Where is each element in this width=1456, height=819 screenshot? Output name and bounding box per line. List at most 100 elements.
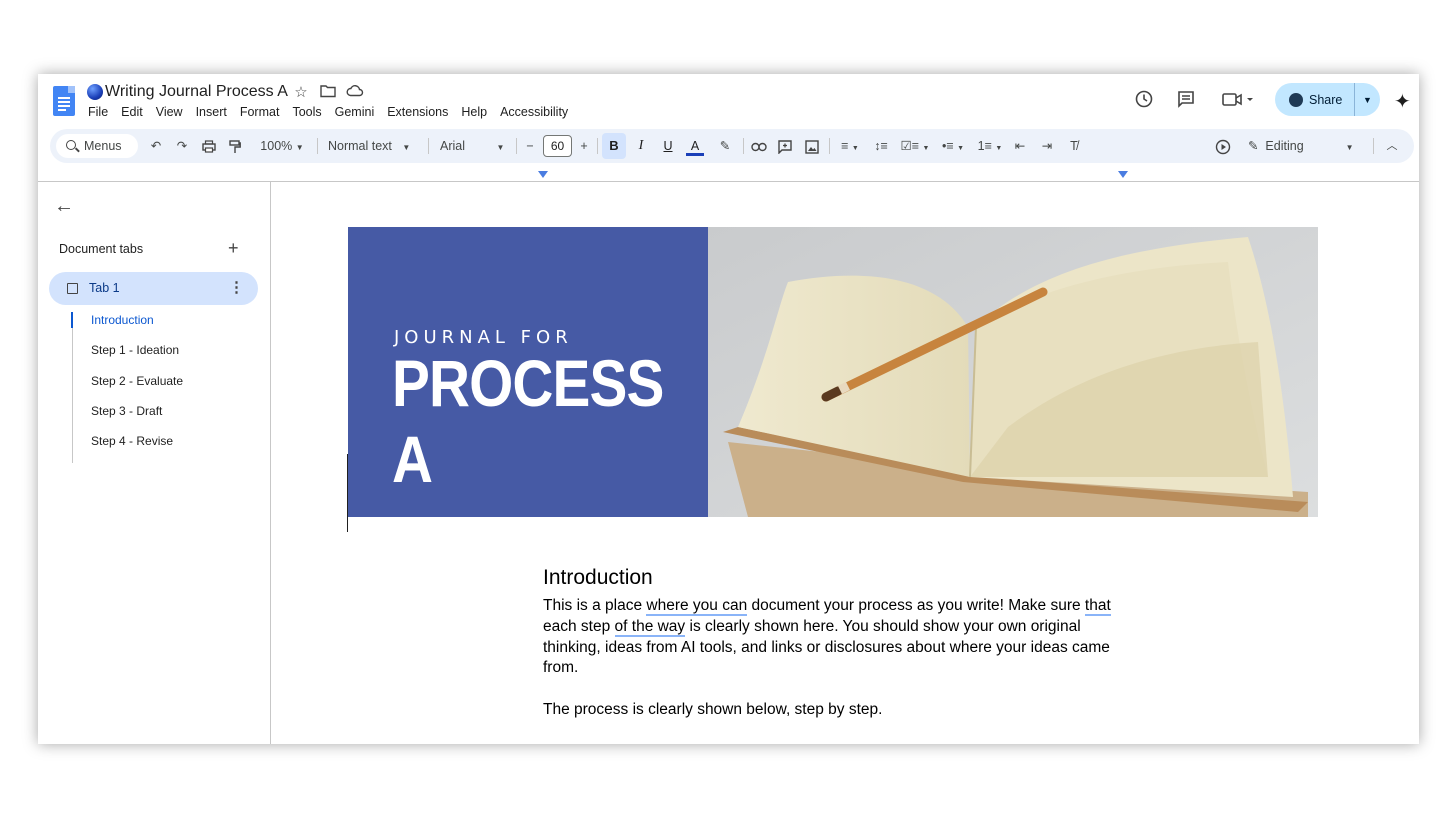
text-color-swatch <box>686 153 704 156</box>
text-color-label: A <box>690 139 700 153</box>
document-tabs-heading: Document tabs <box>59 242 144 256</box>
outline-item-step-3[interactable]: Step 3 - Draft <box>73 403 252 433</box>
zoom-value: 100% <box>260 139 293 153</box>
profile-dot-icon <box>87 84 103 100</box>
editing-mode-value: Editing <box>1265 139 1304 153</box>
outline-item-introduction[interactable]: Introduction <box>73 312 252 342</box>
checklist-icon[interactable]: ☑≡ ▼ <box>898 129 932 163</box>
style-value: Normal text <box>328 139 392 153</box>
right-indent-marker[interactable] <box>1118 171 1128 178</box>
menu-edit[interactable]: Edit <box>121 105 143 119</box>
suggestion-underline[interactable]: that <box>1084 597 1111 616</box>
paint-format-icon[interactable] <box>225 129 245 163</box>
align-icon[interactable]: ≡ ▼ <box>835 129 865 163</box>
move-folder-icon[interactable] <box>319 84 337 102</box>
outline-active-indicator <box>71 312 73 328</box>
more-options-icon[interactable]: ⋮ <box>229 278 244 296</box>
add-comment-icon[interactable] <box>775 129 795 163</box>
introduction-heading: Introduction <box>543 566 653 589</box>
document-body[interactable]: Introduction This is a place where you c… <box>543 566 1123 721</box>
outline-item-step-1[interactable]: Step 1 - Ideation <box>73 342 252 372</box>
docs-logo-icon[interactable] <box>53 86 75 116</box>
font-select[interactable]: Arial ▼ <box>440 129 508 163</box>
document-outline: Introduction Step 1 - Ideation Step 2 - … <box>72 312 252 464</box>
menu-accessibility[interactable]: Accessibility <box>500 105 568 119</box>
share-button[interactable]: Share ▼ <box>1275 83 1380 116</box>
share-dropdown-icon[interactable]: ▼ <box>1355 95 1380 105</box>
gemini-star-icon[interactable]: ✦ <box>1394 89 1411 114</box>
suggestion-underline[interactable]: of the way <box>614 617 686 637</box>
document-title[interactable]: Writing Journal Process A <box>105 83 288 101</box>
formatting-toolbar: Menus ↶ ↷ 100% ▼ Normal text ▼ Arial ▼ −… <box>50 129 1414 163</box>
document-tabs-sidebar: ← Document tabs + Tab 1 ⋮ Introduction S… <box>38 182 271 744</box>
history-icon[interactable] <box>1132 89 1156 113</box>
menu-format[interactable]: Format <box>240 105 280 119</box>
menu-gemini[interactable]: Gemini <box>335 105 375 119</box>
style-select[interactable]: Normal text ▼ <box>328 129 416 163</box>
toolbar-divider <box>597 138 598 154</box>
decrease-indent-icon[interactable]: ⇤ <box>1010 129 1030 163</box>
outline-item-step-2[interactable]: Step 2 - Evaluate <box>73 373 252 403</box>
undo-icon[interactable]: ↶ <box>146 129 166 163</box>
toolbar-divider <box>829 138 830 154</box>
increase-font-size-icon[interactable]: + <box>577 129 591 163</box>
toolbar-divider <box>428 138 429 154</box>
menu-view[interactable]: View <box>156 105 183 119</box>
menus-search-input[interactable]: Menus <box>56 134 138 158</box>
toolbar-divider <box>516 138 517 154</box>
add-tab-icon[interactable]: + <box>228 238 239 259</box>
outline-item-step-4[interactable]: Step 4 - Revise <box>73 433 252 463</box>
editing-mode-select[interactable]: ✎ Editing ▼ <box>1248 129 1358 163</box>
collapse-toolbar-icon[interactable]: ︿ <box>1382 129 1402 163</box>
clear-formatting-icon[interactable]: T̸ <box>1064 129 1084 163</box>
text-color-button[interactable]: A <box>685 129 705 163</box>
menu-help[interactable]: Help <box>461 105 487 119</box>
link-icon[interactable] <box>749 129 769 163</box>
italic-button[interactable]: I <box>632 129 650 163</box>
print-icon[interactable] <box>199 129 219 163</box>
underline-button[interactable]: U <box>659 129 677 163</box>
introduction-paragraph: This is a place where you can document y… <box>543 597 1111 677</box>
highlight-icon[interactable]: ✎ <box>715 129 735 163</box>
menu-extensions[interactable]: Extensions <box>387 105 448 119</box>
voice-typing-icon[interactable] <box>1213 129 1233 163</box>
bulleted-list-icon[interactable]: •≡ ▼ <box>936 129 970 163</box>
comment-icon[interactable] <box>1174 89 1198 113</box>
suggestion-underline[interactable]: where you can <box>646 597 748 616</box>
title-bar: Writing Journal Process A ☆ File Edit Vi… <box>38 74 1419 126</box>
font-size-input[interactable]: 60 <box>543 135 572 157</box>
menu-tools[interactable]: Tools <box>292 105 321 119</box>
back-arrow-icon[interactable]: ← <box>54 195 74 218</box>
document-canvas[interactable]: JOURNAL FOR PROCESS A Introduction This … <box>272 182 1419 744</box>
menu-insert[interactable]: Insert <box>196 105 227 119</box>
share-label: Share <box>1309 92 1343 107</box>
menu-file[interactable]: File <box>88 105 108 119</box>
decrease-font-size-icon[interactable]: − <box>523 129 537 163</box>
insert-image-icon[interactable] <box>802 129 822 163</box>
left-indent-marker[interactable] <box>538 171 548 178</box>
cloud-status-icon[interactable] <box>346 84 364 102</box>
toolbar-divider <box>317 138 318 154</box>
toolbar-divider <box>1373 138 1374 154</box>
bold-button[interactable]: B <box>602 133 626 159</box>
app-window: Writing Journal Process A ☆ File Edit Vi… <box>38 74 1419 744</box>
toolbar-divider <box>743 138 744 154</box>
line-spacing-icon[interactable]: ↕≡ <box>871 129 891 163</box>
tab-label: Tab 1 <box>89 281 120 295</box>
numbered-list-icon[interactable]: 1≡ ▼ <box>973 129 1007 163</box>
increase-indent-icon[interactable]: ⇥ <box>1037 129 1057 163</box>
tab-item-tab-1[interactable]: Tab 1 ⋮ <box>49 272 258 305</box>
font-value: Arial <box>440 139 466 153</box>
text-cursor <box>347 454 348 532</box>
ruler <box>38 166 1419 182</box>
redo-icon[interactable]: ↷ <box>172 129 192 163</box>
star-icon[interactable]: ☆ <box>292 84 310 102</box>
globe-icon <box>1289 92 1303 107</box>
video-call-icon[interactable] <box>1220 89 1256 113</box>
zoom-select[interactable]: 100% ▼ <box>254 129 310 163</box>
process-paragraph: The process is clearly shown below, step… <box>543 701 883 719</box>
menu-bar: File Edit View Insert Format Tools Gemin… <box>88 105 581 119</box>
document-icon <box>67 283 78 294</box>
banner-title: PROCESS A <box>392 346 664 496</box>
notebook-pencil-image[interactable] <box>708 227 1318 517</box>
